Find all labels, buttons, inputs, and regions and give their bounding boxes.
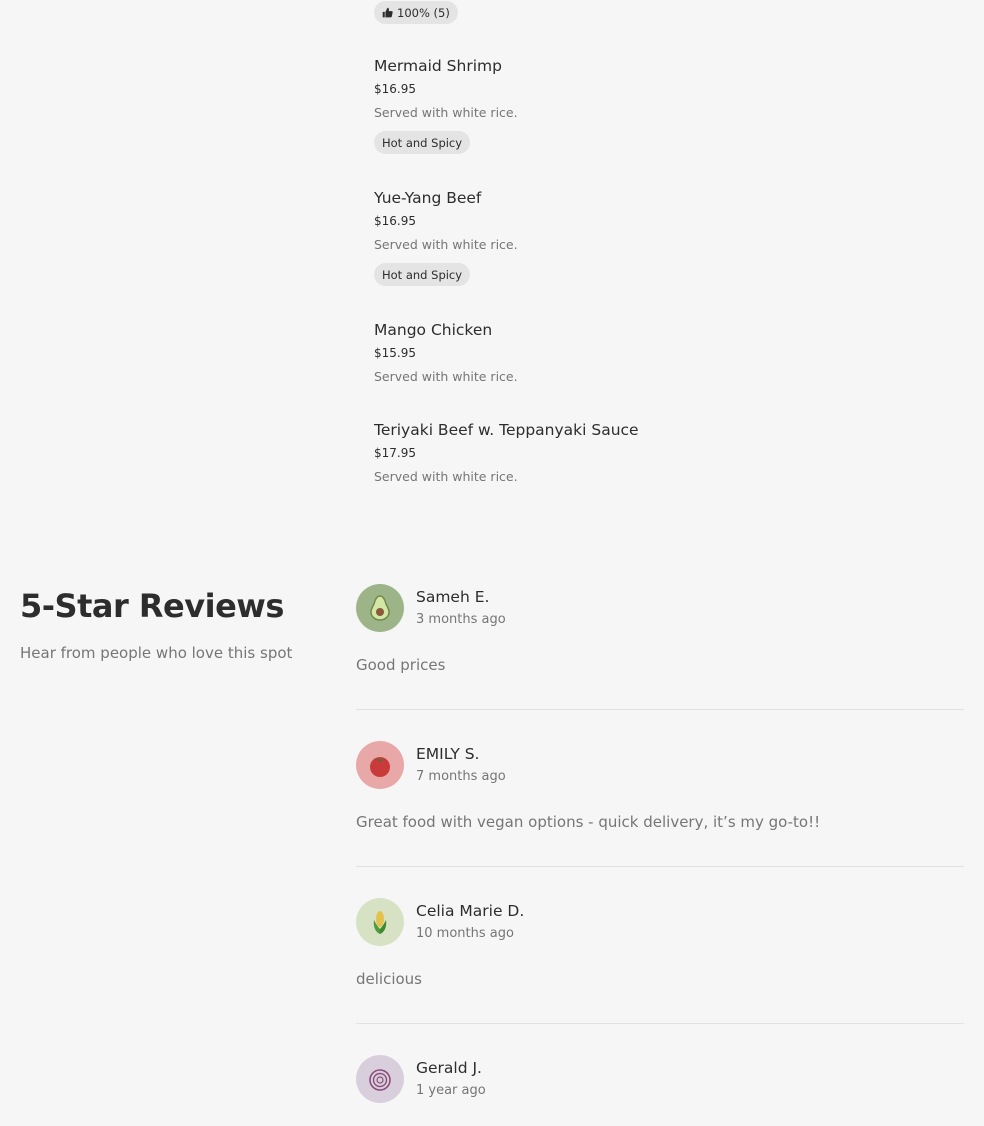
avatar: [356, 898, 404, 946]
avatar: [356, 1055, 404, 1103]
review-card: Celia Marie D. 10 months ago delicious: [356, 898, 964, 989]
menu-item[interactable]: Teriyaki Beef w. Teppanyaki Sauce $17.95…: [374, 420, 639, 485]
menu-item-price: $16.95: [374, 214, 416, 228]
review-text: Great food with vegan options - quick de…: [356, 813, 821, 831]
reviews-title: 5-Star Reviews: [20, 587, 284, 625]
review-text: delicious: [356, 970, 422, 988]
review-date: 10 months ago: [416, 926, 514, 941]
reviewer-name: Celia Marie D.: [416, 902, 525, 920]
menu-item-tag: Hot and Spicy: [374, 263, 471, 286]
review-date: 1 year ago: [416, 1083, 486, 1098]
reviews-header: 5-Star Reviews Hear from people who love…: [20, 582, 330, 662]
tomato-icon: [370, 757, 390, 777]
rating-badge: 100% (5): [374, 1, 458, 24]
menu-item[interactable]: Mango Chicken $15.95 Served with white r…: [374, 320, 518, 385]
menu-item-description: Served with white rice.: [374, 369, 518, 384]
divider: [356, 866, 964, 867]
rating-badge-text: 100% (5): [397, 5, 450, 20]
menu-item-tag: Hot and Spicy: [374, 131, 471, 154]
menu-item-price: $15.95: [374, 346, 416, 360]
corn-icon: [373, 911, 387, 934]
review-card: Sameh E. 3 months ago Good prices: [356, 584, 964, 675]
divider: [356, 1023, 964, 1024]
menu-item-price: $17.95: [374, 446, 416, 460]
reviewer-name: Sameh E.: [416, 588, 490, 606]
reviewer-name: EMILY S.: [416, 745, 480, 763]
review-date: 3 months ago: [416, 612, 506, 627]
avocado-icon: [370, 595, 390, 621]
menu-item-name: Mermaid Shrimp: [374, 57, 502, 75]
menu-item-description: Served with white rice.: [374, 237, 518, 252]
menu-item[interactable]: Mermaid Shrimp $16.95 Served with white …: [374, 56, 518, 154]
review-card: Gerald J. 1 year ago: [356, 1055, 964, 1126]
menu-item-description: Served with white rice.: [374, 105, 518, 120]
menu-item-description: Served with white rice.: [374, 469, 518, 484]
menu-item-name: Yue-Yang Beef: [374, 189, 482, 207]
thumbs-up-icon: [382, 7, 393, 18]
menu-item[interactable]: Yue-Yang Beef $16.95 Served with white r…: [374, 188, 518, 286]
avatar: [356, 741, 404, 789]
menu-item-name: Mango Chicken: [374, 321, 493, 339]
onion-icon: [369, 1069, 391, 1091]
review-date: 7 months ago: [416, 769, 506, 784]
review-card: EMILY S. 7 months ago Great food with ve…: [356, 741, 964, 832]
avatar: [356, 584, 404, 632]
menu-item-price: $16.95: [374, 82, 416, 96]
reviewer-name: Gerald J.: [416, 1059, 482, 1077]
reviews-subtitle: Hear from people who love this spot: [20, 644, 293, 662]
review-text: Good prices: [356, 656, 446, 674]
menu-item-name: Teriyaki Beef w. Teppanyaki Sauce: [374, 421, 639, 439]
divider: [356, 709, 964, 710]
